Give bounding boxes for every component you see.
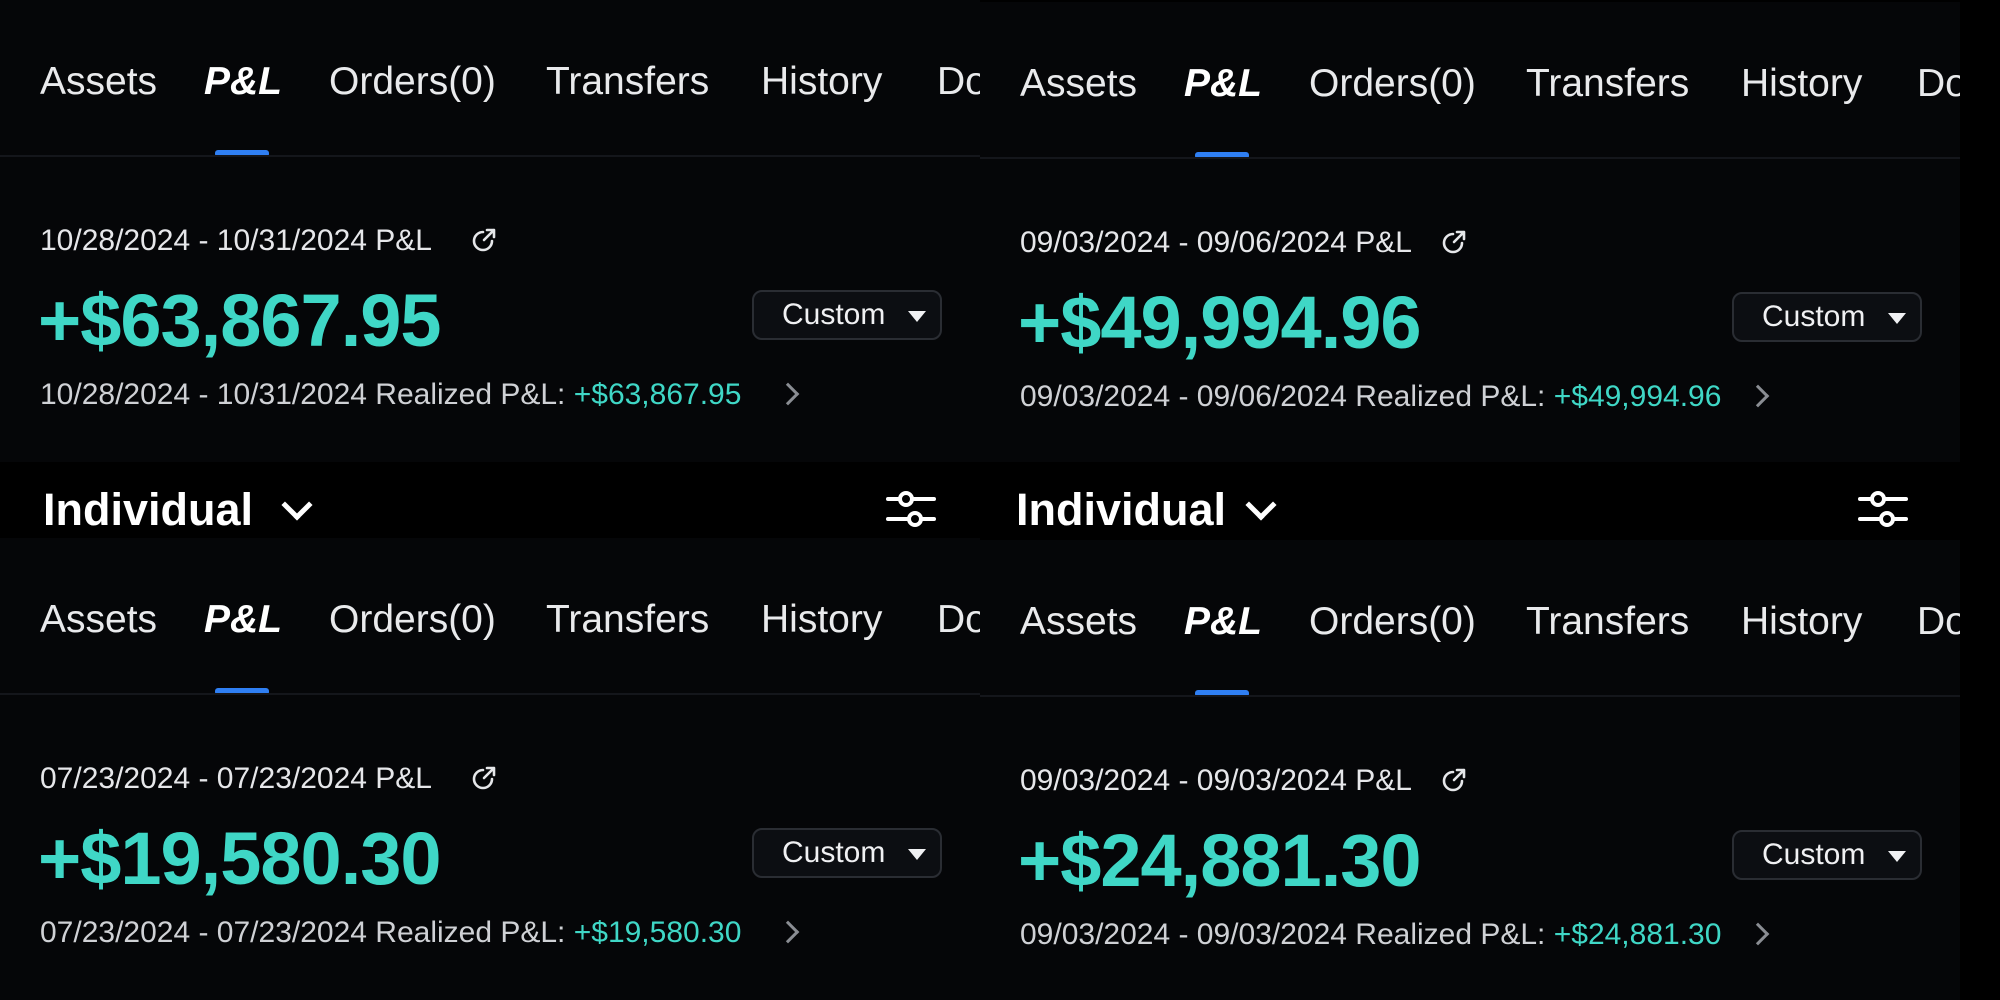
tab-transfers[interactable]: Transfers [1526, 600, 1689, 644]
custom-range-label: Custom [782, 298, 886, 331]
chevron-down-icon[interactable] [1245, 489, 1277, 521]
share-icon[interactable] [470, 226, 498, 254]
tab-history[interactable]: History [1741, 62, 1862, 106]
divider [980, 157, 1960, 159]
custom-range-dropdown[interactable]: Custom [1732, 292, 1922, 342]
pnl-amount: +$63,867.95 [38, 279, 442, 362]
tab-orders[interactable]: Orders(0) [329, 60, 496, 104]
account-selector[interactable]: Individual [1016, 484, 1226, 536]
pnl-panel: Assets P&L Orders(0) Transfers History D… [980, 540, 1960, 1000]
tab-assets[interactable]: Assets [1020, 62, 1137, 106]
tab-documents[interactable]: Do [1917, 62, 1960, 106]
tab-bar: Assets P&L Orders(0) Transfers History D… [40, 598, 980, 695]
realized-pnl-link[interactable]: 10/28/2024 - 10/31/2024 Realized P&L: +$… [40, 378, 741, 412]
chevron-right-icon[interactable] [1746, 384, 1770, 408]
custom-range-label: Custom [1762, 300, 1866, 333]
divider [980, 695, 1960, 697]
custom-range-dropdown[interactable]: Custom [1732, 830, 1922, 880]
share-icon[interactable] [470, 764, 498, 792]
share-icon[interactable] [1440, 766, 1468, 794]
dropdown-caret-icon [908, 311, 926, 322]
realized-pnl-label: 09/03/2024 - 09/03/2024 Realized P&L: [1020, 918, 1554, 951]
tab-history[interactable]: History [761, 60, 882, 104]
period-label: 09/03/2024 - 09/06/2024 P&L [1020, 226, 1412, 259]
filter-sliders-icon[interactable] [886, 486, 936, 532]
account-selector[interactable]: Individual [43, 484, 253, 536]
share-icon[interactable] [1440, 228, 1468, 256]
chevron-right-icon[interactable] [1746, 922, 1770, 946]
tab-pnl[interactable]: P&L [204, 60, 282, 104]
realized-pnl-link[interactable]: 09/03/2024 - 09/03/2024 Realized P&L: +$… [1020, 918, 1721, 952]
custom-range-label: Custom [782, 836, 886, 869]
pnl-amount: +$24,881.30 [1018, 819, 1422, 902]
chevron-right-icon[interactable] [776, 382, 800, 406]
tab-assets[interactable]: Assets [1020, 600, 1137, 644]
realized-pnl-value: +$24,881.30 [1553, 918, 1722, 951]
realized-pnl-link[interactable]: 07/23/2024 - 07/23/2024 Realized P&L: +$… [40, 916, 741, 950]
period-label: 10/28/2024 - 10/31/2024 P&L [40, 224, 432, 257]
tab-documents[interactable]: Do [937, 598, 980, 642]
filter-sliders-icon[interactable] [1858, 486, 1908, 532]
realized-pnl-label: 09/03/2024 - 09/06/2024 Realized P&L: [1020, 380, 1554, 413]
realized-pnl-value: +$19,580.30 [573, 916, 742, 949]
tab-pnl[interactable]: P&L [204, 598, 282, 642]
pnl-panel: Assets P&L Orders(0) Transfers History D… [980, 2, 1960, 502]
tab-transfers[interactable]: Transfers [1526, 62, 1689, 106]
dropdown-caret-icon [1888, 851, 1906, 862]
chevron-right-icon[interactable] [776, 920, 800, 944]
realized-pnl-link[interactable]: 09/03/2024 - 09/06/2024 Realized P&L: +$… [1020, 380, 1721, 414]
realized-pnl-value: +$49,994.96 [1553, 380, 1722, 413]
custom-range-label: Custom [1762, 838, 1866, 871]
realized-pnl-value: +$63,867.95 [573, 378, 742, 411]
tab-pnl[interactable]: P&L [1184, 600, 1262, 644]
tab-orders[interactable]: Orders(0) [329, 598, 496, 642]
tab-orders[interactable]: Orders(0) [1309, 600, 1476, 644]
divider [0, 693, 980, 695]
period-label: 09/03/2024 - 09/03/2024 P&L [1020, 764, 1412, 797]
divider [0, 155, 980, 157]
tab-documents[interactable]: Do [1917, 600, 1960, 644]
chevron-down-icon[interactable] [281, 489, 313, 521]
realized-pnl-label: 10/28/2024 - 10/31/2024 Realized P&L: [40, 378, 574, 411]
tab-history[interactable]: History [1741, 600, 1862, 644]
pnl-amount: +$19,580.30 [38, 817, 442, 900]
tab-assets[interactable]: Assets [40, 60, 157, 104]
tab-documents[interactable]: Do [937, 60, 980, 104]
pnl-amount: +$49,994.96 [1018, 281, 1422, 364]
dropdown-caret-icon [1888, 313, 1906, 324]
tab-bar: Assets P&L Orders(0) Transfers History D… [1020, 600, 1960, 697]
tab-transfers[interactable]: Transfers [546, 598, 709, 642]
tab-bar: Assets P&L Orders(0) Transfers History D… [1020, 62, 1960, 159]
tab-orders[interactable]: Orders(0) [1309, 62, 1476, 106]
tab-transfers[interactable]: Transfers [546, 60, 709, 104]
custom-range-dropdown[interactable]: Custom [752, 828, 942, 878]
tab-pnl[interactable]: P&L [1184, 62, 1262, 106]
tab-history[interactable]: History [761, 598, 882, 642]
tab-bar: Assets P&L Orders(0) Transfers History D… [40, 60, 980, 157]
realized-pnl-label: 07/23/2024 - 07/23/2024 Realized P&L: [40, 916, 574, 949]
tab-assets[interactable]: Assets [40, 598, 157, 642]
custom-range-dropdown[interactable]: Custom [752, 290, 942, 340]
pnl-panel: Assets P&L Orders(0) Transfers History D… [0, 538, 980, 1000]
pnl-panel: Assets P&L Orders(0) Transfers History D… [0, 0, 980, 500]
period-label: 07/23/2024 - 07/23/2024 P&L [40, 762, 432, 795]
dropdown-caret-icon [908, 849, 926, 860]
